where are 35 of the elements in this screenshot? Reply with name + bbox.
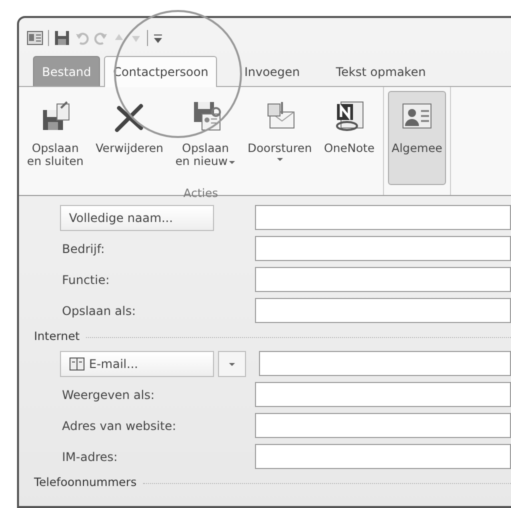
input-field[interactable] (259, 351, 511, 376)
redo-icon[interactable] (94, 31, 108, 45)
ribbon-button[interactable]: Doorsturen (244, 91, 316, 185)
section-heading: Telefoonnummers (34, 474, 137, 492)
ribbon-button[interactable]: Opslaan en sluiten (23, 91, 88, 185)
contact-card-icon[interactable] (27, 31, 43, 45)
field-label: Adres van website: (61, 418, 178, 434)
notebook-icon (333, 100, 366, 132)
field-label: Functie: (61, 272, 111, 288)
input-field[interactable] (255, 267, 511, 292)
address-book-icon (69, 356, 85, 370)
ribbon-button[interactable]: OneNote (320, 91, 379, 185)
input-field[interactable] (255, 413, 511, 438)
save-icon[interactable] (54, 30, 70, 46)
input-field[interactable] (255, 205, 511, 230)
ribbon-tab[interactable]: Invoegen (235, 56, 309, 86)
field-label: Bedrijf: (61, 240, 106, 258)
input-field[interactable] (255, 444, 511, 469)
section-heading: Internet (34, 328, 80, 346)
email-button[interactable]: E-mail... (60, 350, 214, 376)
ribbon-tab[interactable]: Tekst opmaken (326, 56, 435, 86)
ribbon-tab[interactable]: Contactpersoon (104, 56, 218, 87)
customize-caret-icon[interactable] (153, 32, 163, 44)
field-label: Opslaan als: (61, 302, 137, 320)
dropdown-button[interactable] (218, 350, 246, 376)
ribbon-button[interactable]: Verwijderen (92, 91, 168, 185)
input-field[interactable] (255, 236, 511, 261)
field-label: Weergeven als: (61, 386, 156, 404)
field-label: IM-adres: (61, 448, 119, 466)
ribbon-button[interactable]: Algemee (388, 91, 446, 185)
undo-icon[interactable] (75, 31, 89, 45)
ribbon-button[interactable]: Opslaan en nieuw (171, 91, 240, 185)
input-field[interactable] (255, 382, 511, 407)
input-field[interactable] (255, 298, 511, 323)
name-button[interactable]: Volledige naam... (60, 204, 214, 230)
